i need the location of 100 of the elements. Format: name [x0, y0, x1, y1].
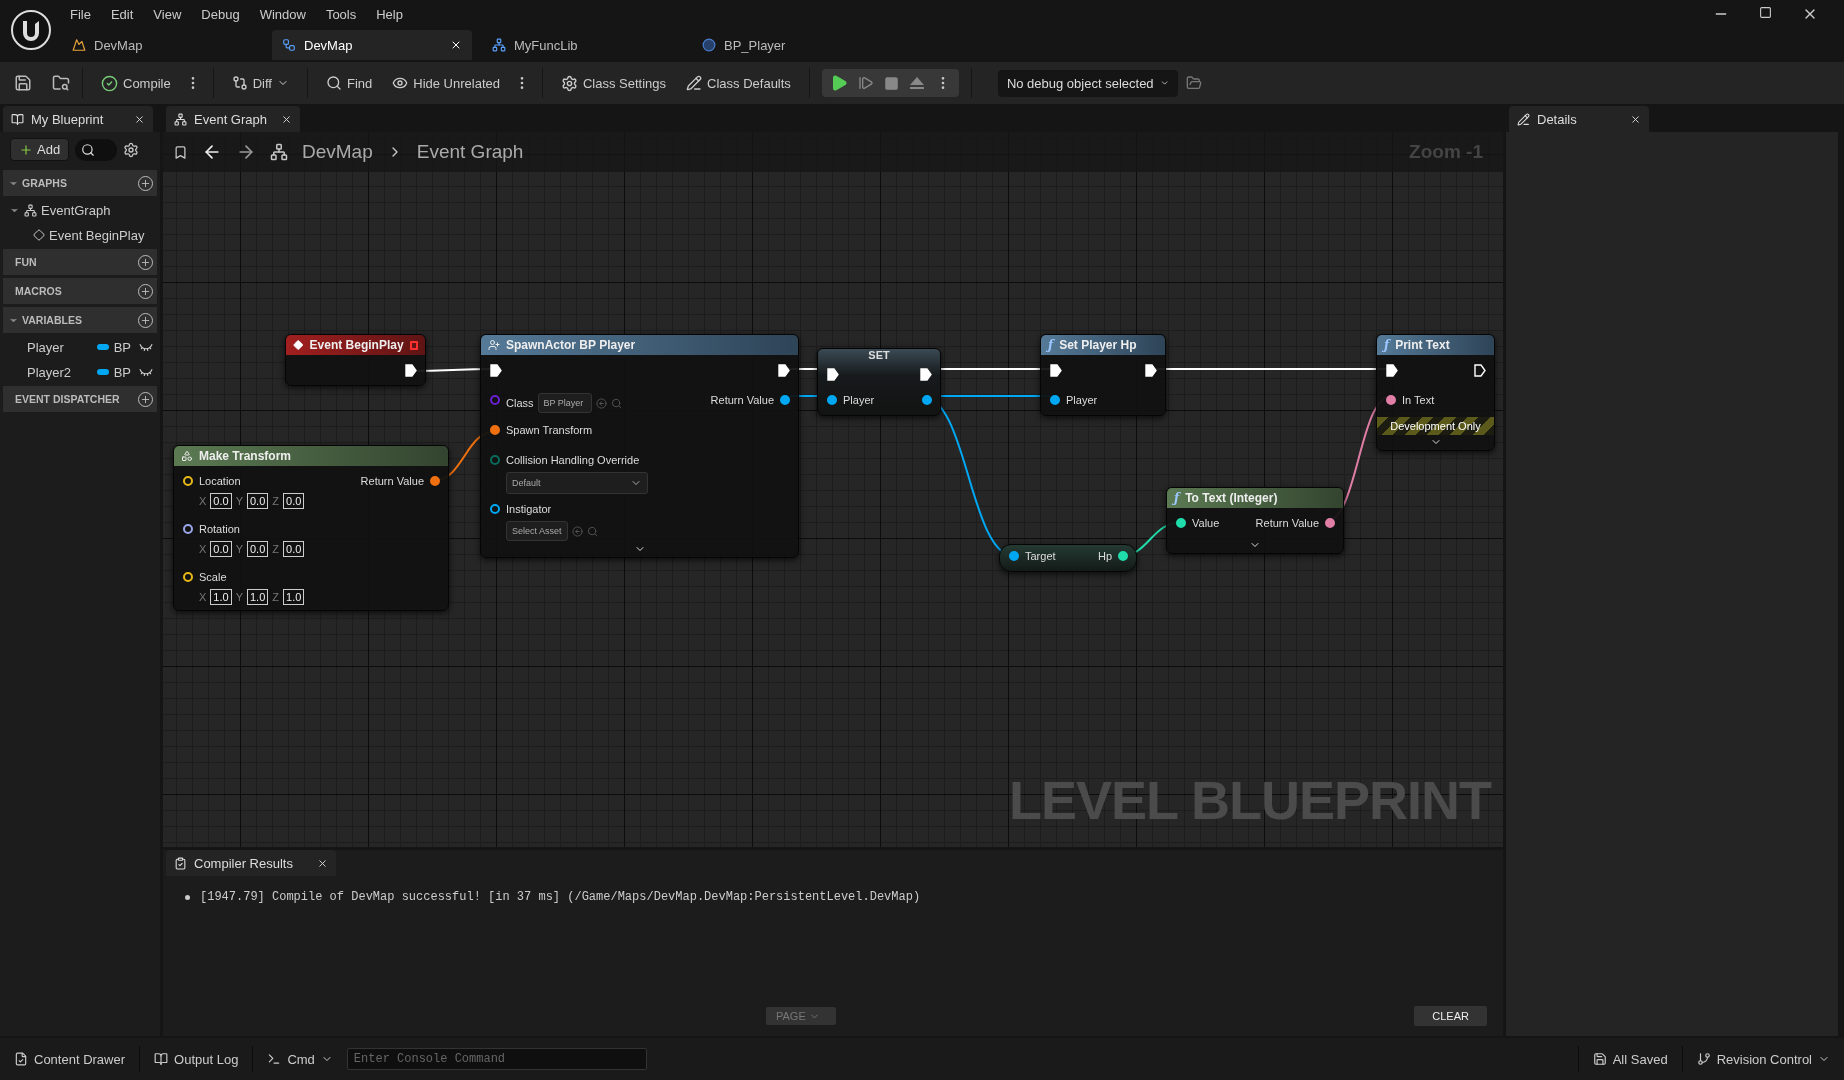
- section-header[interactable]: FUN: [3, 249, 157, 275]
- asset-dropdown[interactable]: Select Asset: [506, 521, 568, 541]
- number-field[interactable]: 0.0: [283, 493, 305, 509]
- exec-pin[interactable]: [490, 364, 502, 377]
- exec-pin[interactable]: [1474, 364, 1486, 377]
- section-header[interactable]: VARIABLES: [3, 307, 157, 333]
- panel-tab[interactable]: Details: [1509, 106, 1649, 132]
- document-tab[interactable]: BP_Player: [692, 30, 892, 60]
- output-log-button[interactable]: Output Log: [146, 1047, 247, 1071]
- folder-icon[interactable]: [1185, 75, 1202, 91]
- number-field[interactable]: 1.0: [247, 589, 269, 605]
- data-pin[interactable]: [1386, 395, 1396, 405]
- menu-item[interactable]: View: [145, 2, 190, 26]
- enum-dropdown[interactable]: Default: [506, 472, 648, 494]
- browse-icon[interactable]: [52, 74, 70, 92]
- number-field[interactable]: 0.0: [210, 493, 232, 509]
- step-icon[interactable]: [857, 75, 874, 91]
- data-pin[interactable]: [780, 395, 790, 405]
- graph-node[interactable]: Event BeginPlay: [285, 334, 426, 386]
- search-field[interactable]: [75, 138, 118, 161]
- graph-node[interactable]: ƒ To Text (Integer) Value Return Value: [1166, 487, 1344, 554]
- exec-pin[interactable]: [405, 364, 417, 377]
- data-pin[interactable]: [183, 476, 193, 486]
- content-drawer-button[interactable]: Content Drawer: [6, 1047, 134, 1071]
- menu-item[interactable]: Edit: [102, 2, 142, 26]
- panel-tab[interactable]: My Blueprint: [3, 106, 153, 132]
- save-status-button[interactable]: All Saved: [1584, 1047, 1676, 1071]
- menu-item[interactable]: Tools: [317, 2, 365, 26]
- revision-control-button[interactable]: Revision Control: [1688, 1047, 1838, 1071]
- data-pin[interactable]: [490, 425, 500, 435]
- variable-item[interactable]: Player2 BP: [3, 361, 157, 383]
- close-icon[interactable]: [281, 113, 292, 125]
- data-pin[interactable]: [1050, 395, 1060, 405]
- graph-tab[interactable]: Event Graph: [166, 106, 300, 132]
- tree-item[interactable]: EventGraph: [3, 199, 157, 221]
- data-pin[interactable]: [827, 395, 837, 405]
- exec-pin[interactable]: [1145, 364, 1157, 377]
- menu-item[interactable]: Help: [368, 2, 411, 26]
- section-header[interactable]: MACROS: [3, 278, 157, 304]
- close-icon[interactable]: [1630, 113, 1641, 125]
- number-field[interactable]: 1.0: [283, 589, 305, 605]
- graph-node[interactable]: Make Transform Location X 0.0 Y 0.0 Z 0.0 Return Value Rotation X 0.0 Y 0.0 Z 0.0 Scale X 1.0 Y 1.0 Z 1.0: [173, 445, 449, 611]
- number-field[interactable]: 1.0: [210, 589, 232, 605]
- exec-pin[interactable]: [1050, 364, 1062, 377]
- debug-object-dropdown[interactable]: No debug object selected: [997, 69, 1178, 97]
- maximize-icon[interactable]: [1759, 6, 1772, 19]
- settings-icon[interactable]: [123, 141, 140, 158]
- diff-button[interactable]: Diff: [225, 71, 295, 95]
- add-button[interactable]: Add: [10, 138, 70, 161]
- delegate-pin[interactable]: [409, 340, 418, 350]
- document-tab[interactable]: DevMap: [272, 30, 472, 60]
- section-header[interactable]: EVENT DISPATCHER: [3, 386, 157, 412]
- number-field[interactable]: 0.0: [247, 541, 269, 557]
- panel-tab[interactable]: Compiler Results: [166, 850, 336, 876]
- exec-pin[interactable]: [778, 364, 790, 377]
- number-field[interactable]: 0.0: [283, 541, 305, 557]
- eject-icon[interactable]: [908, 75, 925, 91]
- data-pin[interactable]: [430, 476, 440, 486]
- exec-pin[interactable]: [920, 368, 932, 381]
- engine-logo-icon[interactable]: [10, 9, 52, 51]
- exec-pin[interactable]: [1386, 364, 1398, 377]
- data-pin[interactable]: [922, 395, 932, 405]
- clear-button[interactable]: CLEAR: [1414, 1006, 1487, 1026]
- tree-item[interactable]: Event BeginPlay: [3, 224, 157, 246]
- data-pin[interactable]: [183, 524, 193, 534]
- class-settings-button[interactable]: Class Settings: [554, 70, 673, 96]
- graph-node[interactable]: ƒ Print Text In Text Development Only: [1376, 334, 1495, 451]
- close-icon[interactable]: [450, 39, 462, 51]
- console-input[interactable]: Enter Console Command: [346, 1048, 647, 1070]
- menu-item[interactable]: Window: [251, 2, 314, 26]
- data-pin[interactable]: [1009, 551, 1019, 561]
- class-defaults-button[interactable]: Class Defaults: [680, 71, 797, 95]
- menu-item[interactable]: File: [62, 2, 99, 26]
- breadcrumb[interactable]: Event Graph: [416, 141, 524, 163]
- section-header[interactable]: GRAPHS: [3, 170, 157, 196]
- breadcrumb[interactable]: DevMap: [302, 141, 373, 163]
- data-pin[interactable]: [490, 504, 500, 514]
- number-field[interactable]: 0.0: [247, 493, 269, 509]
- asset-dropdown[interactable]: BP Player: [537, 393, 592, 413]
- variable-item[interactable]: Player BP: [3, 336, 157, 358]
- document-tab[interactable]: DevMap: [62, 30, 262, 60]
- data-pin[interactable]: [1176, 518, 1186, 528]
- graph-node[interactable]: SET Player: [817, 348, 941, 416]
- number-field[interactable]: 0.0: [210, 541, 232, 557]
- menu-item[interactable]: Debug: [193, 2, 248, 26]
- close-icon[interactable]: [317, 857, 328, 869]
- exec-pin[interactable]: [827, 368, 839, 381]
- compile-button[interactable]: Compile: [95, 70, 177, 96]
- find-button[interactable]: Find: [319, 71, 379, 95]
- getter-node[interactable]: Target Hp: [999, 544, 1137, 572]
- data-pin[interactable]: [1325, 518, 1335, 528]
- document-tab[interactable]: MyFuncLib: [482, 30, 682, 60]
- bookmark-icon[interactable]: [173, 144, 188, 160]
- hide-unrelated-button[interactable]: Hide Unrelated: [386, 71, 506, 95]
- stop-icon[interactable]: [883, 75, 899, 91]
- data-pin[interactable]: [183, 572, 193, 582]
- save-icon[interactable]: [14, 74, 32, 92]
- data-pin[interactable]: [1118, 551, 1128, 561]
- cmd-dropdown[interactable]: Cmd: [259, 1047, 341, 1071]
- graph-node[interactable]: ƒ Set Player Hp Player: [1040, 334, 1166, 416]
